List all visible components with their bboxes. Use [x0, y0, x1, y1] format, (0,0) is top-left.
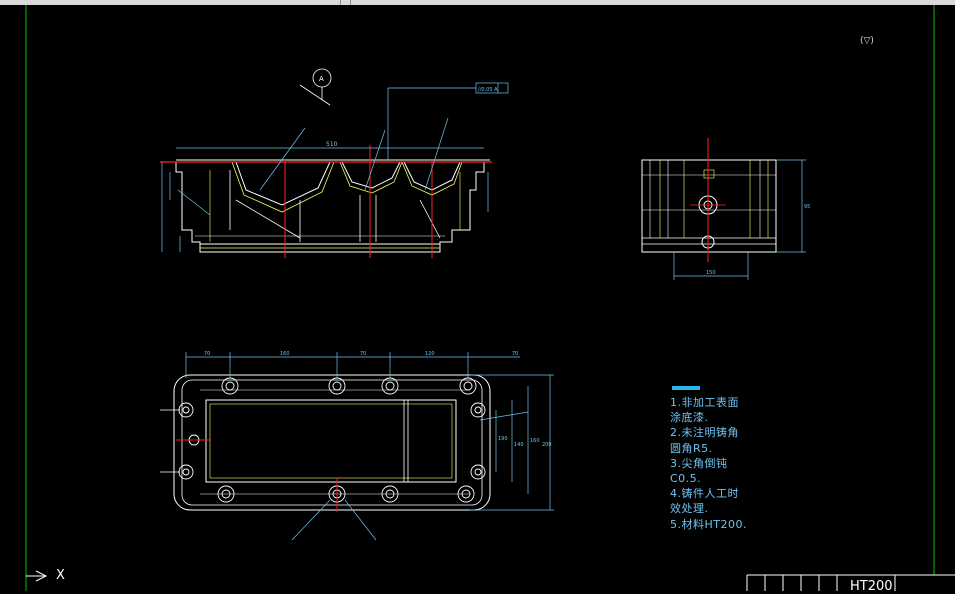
technical-notes: 1.非加工表面 涂底漆. 2.未注明铸角 圆角R5. 3.尖角倒钝 C0.5. …	[670, 395, 747, 532]
note-line: 2.未注明铸角	[670, 426, 739, 440]
cad-viewport[interactable]: 510 A //0.05 A 150 95 70 160 70 120 70 1…	[0, 5, 955, 591]
top-dim-3: 70	[360, 351, 366, 357]
note-line: C0.5.	[670, 472, 702, 486]
top-view: 70 160 70 120 70 190 140 160 200	[160, 351, 554, 541]
note-line: 3.尖角倒钝	[670, 456, 728, 470]
note-line: 4.铸件人工时	[670, 487, 739, 501]
right-dim-1: 190	[498, 436, 508, 442]
note-line: 效处理.	[670, 502, 709, 516]
front-view: 510 A //0.05 A	[160, 68, 509, 258]
right-dim-3: 160	[530, 438, 540, 444]
notes-header-bar	[672, 386, 700, 390]
ucs-icon	[26, 570, 48, 582]
top-dim-1: 70	[204, 351, 210, 357]
top-dim-2: 160	[280, 351, 290, 357]
note-line: 1.非加工表面	[670, 396, 739, 409]
roughness-symbol: (▽)	[860, 36, 874, 46]
right-dim-4: 200	[542, 442, 552, 448]
flatness-callout: //0.05 A	[478, 87, 498, 93]
svg-text:A: A	[319, 75, 324, 83]
front-width-dim: 510	[326, 141, 338, 148]
note-line: 圆角R5.	[670, 441, 713, 455]
note-line: 涂底漆.	[670, 411, 709, 425]
top-dim-5: 70	[512, 351, 518, 357]
top-dim-4: 120	[425, 351, 435, 357]
side-height-dim: 95	[804, 204, 810, 210]
right-dim-2: 140	[514, 442, 524, 448]
side-view: 150 95	[641, 138, 810, 280]
title-block-material: HT200	[850, 579, 893, 594]
note-line: 5.材料HT200.	[670, 517, 747, 531]
side-width-dim: 150	[706, 270, 716, 276]
ucs-x-label: X	[56, 568, 65, 583]
